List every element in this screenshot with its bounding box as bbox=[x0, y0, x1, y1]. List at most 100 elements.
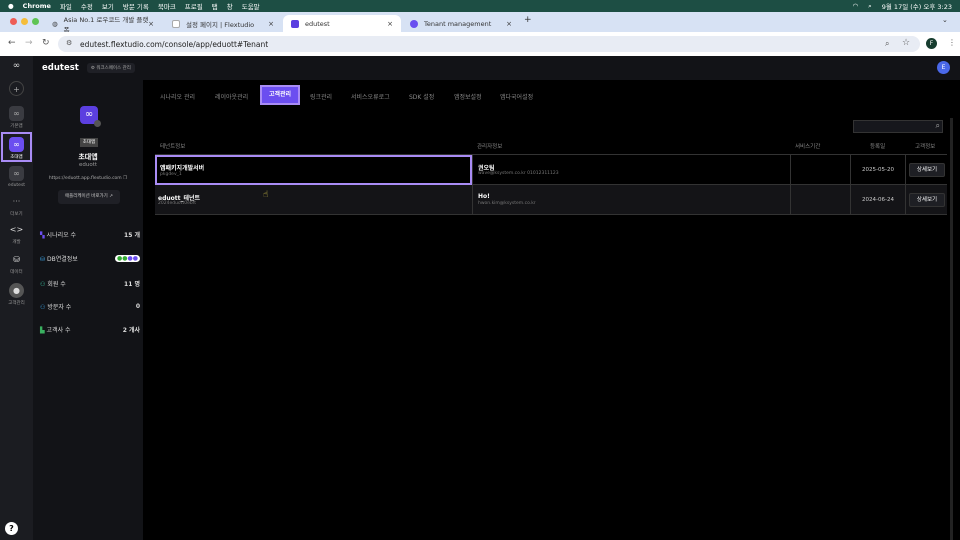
tab-layout[interactable]: 레이아웃관리 bbox=[215, 92, 248, 101]
app-id: eduott bbox=[78, 162, 98, 168]
stat-clients: ▙ 고객사 수2 개사 bbox=[40, 327, 140, 334]
help-button[interactable]: ? bbox=[5, 522, 18, 535]
tab-i18n[interactable]: 앱다국어설정 bbox=[500, 92, 533, 101]
db-connection-icons[interactable]: ●●●● bbox=[115, 255, 140, 262]
wifi-icon[interactable]: ◠ bbox=[852, 2, 858, 10]
tab-app-info[interactable]: 앱정보설정 bbox=[454, 92, 482, 101]
menu-item[interactable]: 방문 기록 bbox=[123, 1, 149, 11]
menu-item[interactable]: 탭 bbox=[212, 1, 218, 11]
menu-item[interactable]: 프로필 bbox=[185, 1, 203, 11]
back-icon[interactable]: ← bbox=[8, 38, 16, 48]
browser-tab[interactable]: Tenant management × bbox=[402, 15, 520, 32]
app-icon bbox=[291, 19, 299, 28]
tenant-cell-highlighted[interactable]: 앱패키지개발서버 pkgdev_1 bbox=[155, 155, 472, 185]
scrollbar[interactable] bbox=[950, 118, 953, 540]
tab-links[interactable]: 링크관리 bbox=[310, 92, 332, 101]
tab-customers[interactable]: 고객관리 bbox=[260, 85, 300, 105]
copy-icon[interactable]: ❐ bbox=[123, 176, 127, 181]
code-icon: <> bbox=[9, 225, 24, 234]
detail-button[interactable]: 상세보기 bbox=[909, 193, 945, 207]
workspace-manage-button[interactable]: ⚙ 워크스페이스 관리 bbox=[86, 63, 135, 73]
forward-icon[interactable]: → bbox=[25, 38, 33, 48]
database-gear-icon: ⛁ bbox=[13, 255, 20, 264]
visitors-icon: ⚇ bbox=[40, 304, 46, 311]
rail-item-customers[interactable]: ● 고객관리 bbox=[0, 283, 33, 306]
clock[interactable]: 9월 17일 (수) 오후 3:23 bbox=[882, 1, 952, 11]
menu-item[interactable]: 파일 bbox=[60, 1, 72, 11]
app-info-panel bbox=[33, 56, 143, 540]
menu-item[interactable]: 북마크 bbox=[158, 1, 176, 11]
apple-icon[interactable]: ● bbox=[8, 2, 14, 10]
open-app-button[interactable]: 애플리케이션 바로가기 ↗ bbox=[58, 190, 120, 204]
site-settings-icon[interactable]: ⚙ bbox=[66, 39, 72, 47]
menu-item[interactable]: 수정 bbox=[81, 1, 93, 11]
mac-menubar: ● Chrome 파일 수정 보기 방문 기록 북마크 프로필 탭 창 도움말 … bbox=[0, 0, 960, 12]
app-icon: ∞ bbox=[9, 137, 24, 152]
search-input[interactable]: ⌕ bbox=[853, 120, 943, 133]
close-window-button[interactable] bbox=[10, 18, 17, 25]
app-badge: 초대앱 bbox=[80, 138, 98, 147]
tab-sdk[interactable]: SDK 설정 bbox=[409, 92, 434, 101]
app-icon: ∞ bbox=[9, 106, 24, 121]
app-name: 초대앱 bbox=[78, 153, 98, 161]
top-header: edutest ⚙ 워크스페이스 관리 E bbox=[33, 56, 960, 80]
app-url[interactable]: https://eduott.app.flextudio.com ❐ bbox=[33, 176, 143, 181]
user-avatar[interactable]: E bbox=[937, 61, 950, 74]
left-rail: ∞ + ∞ 기본앱 ∞ 초대앱 ∞ edutest ··· 더보기 <> 개발 ⛁ 데이터 … bbox=[0, 56, 33, 540]
url-input[interactable]: edutest.flextudio.com/console/app/eduott… bbox=[58, 36, 920, 52]
more-icon: ··· bbox=[12, 197, 21, 206]
tenant-icon bbox=[410, 19, 418, 28]
menu-item[interactable]: 보기 bbox=[102, 1, 114, 11]
search-icon[interactable]: ⌕ bbox=[868, 2, 872, 11]
users-icon: ⚇ bbox=[40, 281, 46, 288]
close-tab-icon[interactable]: × bbox=[506, 20, 512, 28]
minimize-window-button[interactable] bbox=[21, 18, 28, 25]
user-icon: ● bbox=[9, 283, 24, 298]
more-menu-icon[interactable]: ⋮ bbox=[948, 38, 956, 47]
address-bar-area: ← → ↻ edutest.flextudio.com/console/app/… bbox=[0, 32, 960, 56]
tab-bar: ◍ Asia No.1 로우코드 개발 플랫폼 × 설정 페이지 | Flextud… bbox=[0, 12, 960, 34]
browser-tab[interactable]: 설정 페이지 | Flextudio × bbox=[164, 15, 282, 32]
edit-logo-icon[interactable] bbox=[94, 120, 101, 127]
table-header: 테넌트정보 관리자정보 서비스기간 등록일 고객정보 bbox=[155, 137, 947, 155]
scenario-icon: ▚ bbox=[40, 232, 45, 239]
menu-item[interactable]: 창 bbox=[227, 1, 233, 11]
profile-avatar[interactable]: F bbox=[926, 38, 937, 49]
bookmark-star-icon[interactable]: ☆ bbox=[902, 38, 910, 48]
tab-error-log[interactable]: 서비스오류로그 bbox=[351, 92, 390, 101]
maximize-window-button[interactable] bbox=[32, 18, 39, 25]
tab-scenario[interactable]: 시나리오 관리 bbox=[160, 92, 195, 101]
workspace-title: edutest bbox=[42, 63, 79, 73]
tab-list-chevron-icon[interactable]: ⌄ bbox=[942, 16, 948, 24]
menu-item[interactable]: 도움말 bbox=[242, 1, 260, 11]
browser-tab[interactable]: ◍ Asia No.1 로우코드 개발 플랫폼 × bbox=[44, 15, 162, 34]
globe-icon: ◍ bbox=[52, 19, 58, 28]
external-link-icon: ↗ bbox=[109, 194, 114, 199]
stat-db: ⛁ DB연결정보 ●●●● bbox=[40, 255, 140, 263]
rail-item-dev[interactable]: <> 개발 bbox=[0, 222, 33, 245]
rail-item-basic[interactable]: ∞ 기본앱 bbox=[0, 106, 33, 129]
add-app-icon[interactable]: + bbox=[9, 81, 24, 96]
app-icon: ∞ bbox=[9, 166, 24, 181]
stat-visitors: ⚇ 방문자 수0 bbox=[40, 303, 140, 311]
close-tab-icon[interactable]: × bbox=[268, 20, 274, 28]
rail-item-more[interactable]: ··· 더보기 bbox=[0, 194, 33, 217]
rail-item-edutest[interactable]: ∞ edutest bbox=[0, 166, 33, 188]
new-tab-button[interactable]: + bbox=[524, 15, 532, 25]
rail-item-invite[interactable]: ∞ 초대앱 bbox=[1, 132, 32, 162]
reload-icon[interactable]: ↻ bbox=[42, 38, 50, 48]
close-tab-icon[interactable]: × bbox=[148, 20, 154, 28]
table-row[interactable]: 앱패키지개발서버 pkgdev_1 권오팀 wave@ksystem.co.kr … bbox=[155, 155, 947, 185]
menu-app[interactable]: Chrome bbox=[23, 2, 51, 10]
stat-members: ⚇ 회원 수 11 명 bbox=[40, 281, 140, 288]
search-icon[interactable]: ⌕ bbox=[936, 121, 940, 131]
close-tab-icon[interactable]: × bbox=[387, 20, 393, 28]
flextudio-icon bbox=[172, 19, 180, 28]
detail-button[interactable]: 상세보기 bbox=[909, 163, 945, 177]
browser-tab-active[interactable]: edutest × bbox=[283, 15, 401, 32]
table-row[interactable]: eduott_테넌트 2024eduott0ebft Ho! hwon.kim@k… bbox=[155, 185, 947, 215]
zoom-icon[interactable]: ⌕ bbox=[885, 39, 889, 49]
rail-item-data[interactable]: ⛁ 데이터 bbox=[0, 252, 33, 275]
stat-scenarios: ▚ 시나리오 수 15 개 bbox=[40, 232, 140, 239]
hand-cursor-icon: ☝ bbox=[263, 190, 269, 200]
